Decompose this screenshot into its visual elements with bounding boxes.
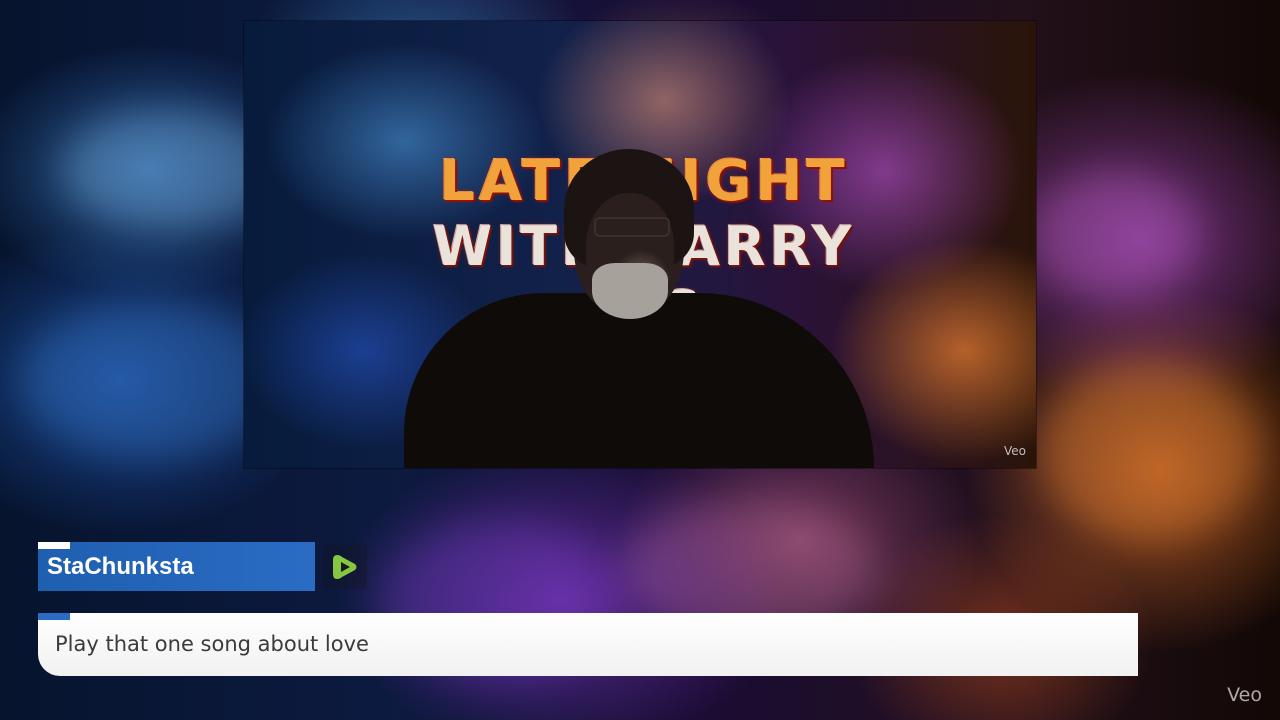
host-body (404, 293, 874, 468)
video-watermark: Veo (1003, 444, 1026, 458)
chat-username: StaChunksta (47, 553, 194, 580)
corner-watermark: Veo (1227, 684, 1262, 706)
video-player[interactable]: LATE NIGHT WITH BARRY NIC Veo (244, 21, 1036, 468)
chat-message-box: Play that one song about love (38, 613, 1138, 676)
chat-username-bar: StaChunksta (38, 542, 315, 591)
smoke-wisp-orange (1040, 360, 1260, 540)
chat-message-text: Play that one song about love (55, 632, 369, 656)
smoke-wisp-violet (1030, 170, 1200, 300)
rumble-play-icon (323, 545, 367, 589)
host-beard (592, 263, 668, 319)
host-glasses (594, 217, 670, 237)
smoke-wisp-blue-lower (20, 300, 280, 460)
stream-scene: LATE NIGHT WITH BARRY NIC Veo StaChunkst… (0, 0, 1280, 720)
host-figure (404, 149, 874, 468)
